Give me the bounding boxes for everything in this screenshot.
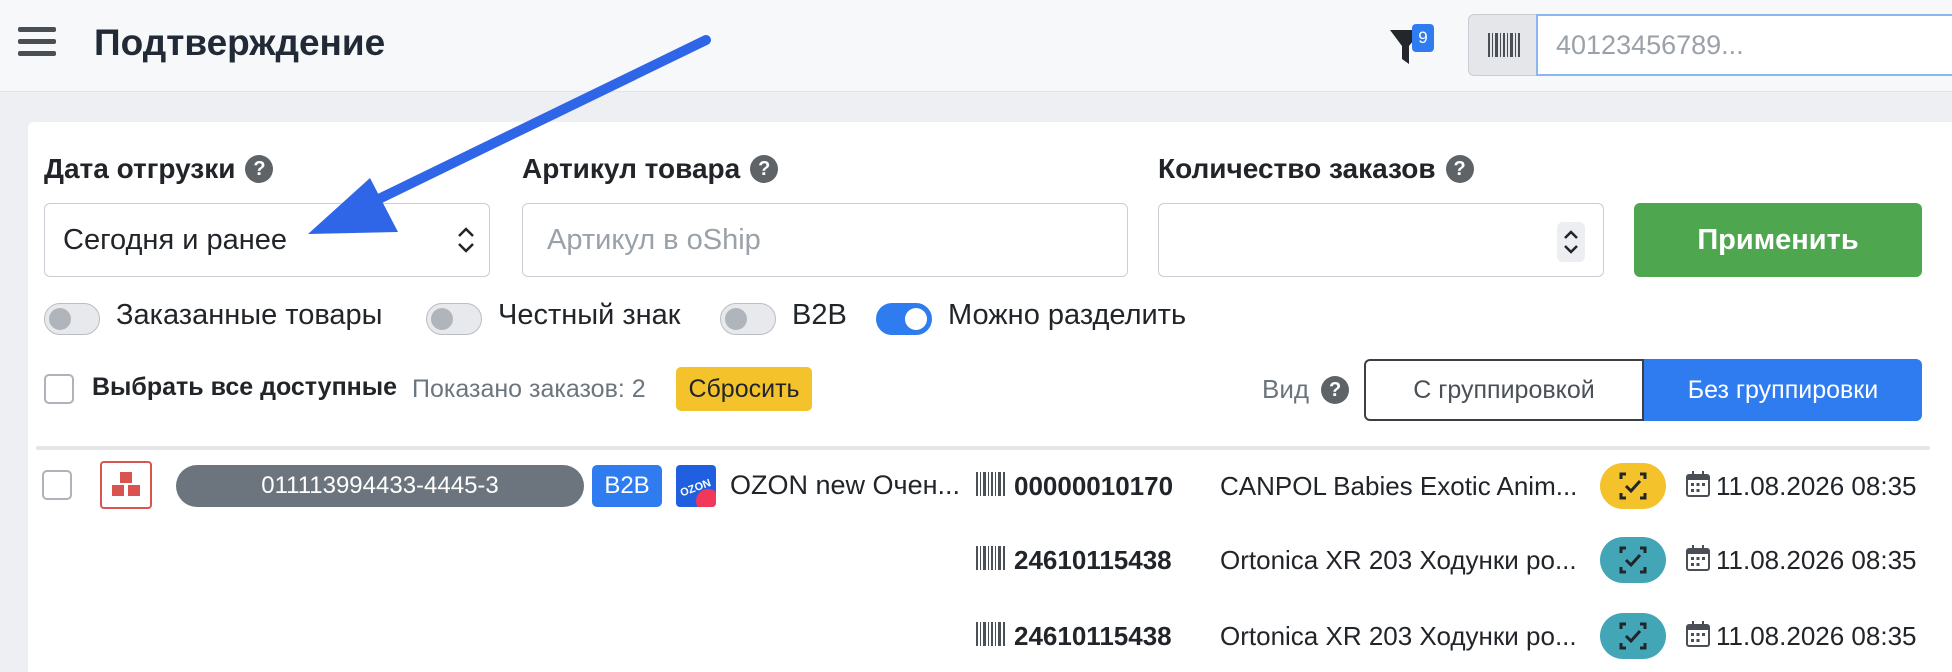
scan-status-badge[interactable] [1600,537,1666,583]
ordered-items-label: Заказанные товары [116,299,383,331]
filter-button[interactable]: 9 [1388,22,1434,68]
item-date: 11.08.2026 08:35 [1716,471,1917,501]
can-split-toggle[interactable] [876,303,932,335]
menu-icon[interactable] [18,27,56,59]
item-sku[interactable]: 24610115438 [1014,545,1172,576]
orders-count-label-text: Количество заказов [1158,153,1436,184]
honest-sign-toggle[interactable] [426,303,482,335]
help-icon[interactable]: ? [750,155,779,183]
barcode-icon [1488,33,1520,57]
barcode-scan-button[interactable] [1468,14,1540,76]
calendar-icon [1686,471,1710,497]
page-title: Подтверждение [94,22,386,63]
help-icon[interactable]: ? [1445,155,1474,183]
shown-orders-count: Показано заказов: 2 [412,375,646,403]
item-sku[interactable]: 00000010170 [1014,471,1173,502]
item-name: CANPOL Babies Exotic Anim... [1220,471,1578,501]
chevron-updown-icon [458,227,474,253]
orders-count-label: Количество заказов ? [1158,153,1474,185]
apply-button[interactable]: Применить [1634,203,1922,277]
help-icon[interactable]: ? [1321,375,1350,404]
ordered-items-toggle[interactable] [44,303,100,335]
calendar-icon [1686,545,1710,571]
scan-check-icon [1619,472,1647,500]
article-label-text: Артикул товара [522,153,741,184]
ship-date-value: Сегодня и ранее [63,224,287,256]
select-all-checkbox[interactable] [44,374,74,404]
barcode-icon [976,472,1005,496]
item-date: 11.08.2026 08:35 [1716,545,1917,575]
order-number-pill[interactable]: 011113994433-4445-3 [176,465,584,507]
ship-date-label-text: Дата отгрузки [44,153,236,184]
scan-check-icon [1619,546,1647,574]
scan-check-icon [1619,622,1647,650]
view-grouped-button[interactable]: С группировкой [1364,359,1644,421]
orders-count-input[interactable] [1158,203,1604,277]
barcode-icon [976,622,1005,646]
honest-sign-label: Честный знак [498,299,681,331]
shop-name: OZON new Очен... [730,470,961,500]
b2b-label: B2B [792,299,847,331]
scan-status-badge[interactable] [1600,463,1666,509]
warehouse-boxes-icon[interactable] [100,461,152,509]
list-divider [36,446,1930,450]
item-name: Ortonica XR 203 Ходунки ро... [1220,621,1577,651]
boxes-icon [112,472,140,496]
view-label-text: Вид [1262,374,1310,404]
barcode-icon [976,546,1005,570]
order-checkbox[interactable] [42,470,72,500]
article-label: Артикул товара ? [522,153,779,185]
view-label: Вид ? [1262,374,1350,405]
b2b-toggle[interactable] [720,303,776,335]
reset-button[interactable]: Сбросить [676,367,812,411]
ozon-logo-icon: OZON [676,465,716,507]
select-all-label: Выбрать все доступные [92,373,398,401]
barcode-search-input[interactable] [1536,14,1952,76]
article-input[interactable] [522,203,1128,277]
ship-date-select[interactable]: Сегодня и ранее [44,203,490,277]
item-name: Ortonica XR 203 Ходунки ро... [1220,545,1577,575]
spinner-icon[interactable] [1557,222,1585,262]
view-ungrouped-button[interactable]: Без группировки [1644,359,1922,421]
ship-date-label: Дата отгрузки ? [44,153,274,185]
b2b-badge: B2B [592,465,662,507]
calendar-icon [1686,621,1710,647]
filter-count-badge: 9 [1412,24,1434,52]
can-split-label: Можно разделить [948,299,1187,331]
scan-status-badge[interactable] [1600,613,1666,659]
top-bar: Подтверждение 9 [0,0,1952,92]
item-sku[interactable]: 24610115438 [1014,621,1172,652]
help-icon[interactable]: ? [245,155,274,183]
item-date: 11.08.2026 08:35 [1716,621,1917,651]
